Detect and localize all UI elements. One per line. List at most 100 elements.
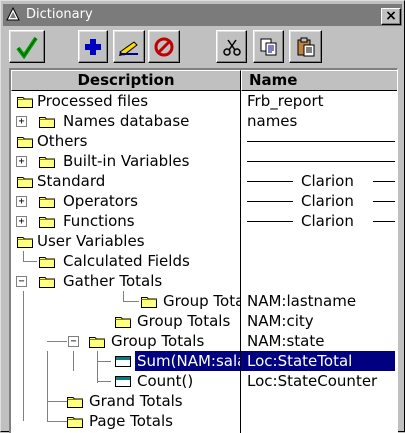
name-placeholder-line (247, 221, 293, 222)
tree-row[interactable]: Group Totals NAM:lastname (11, 291, 397, 311)
folder-icon (17, 97, 33, 108)
tree-item-name: NAM:city (247, 312, 314, 330)
tree-item-label: Sum(NAM:salary) (137, 352, 240, 370)
field-icon (115, 356, 131, 367)
tree-row[interactable]: + Operators Clarion (11, 191, 397, 211)
name-placeholder-line (373, 181, 395, 182)
tree-item-label: Others (37, 132, 88, 150)
copy-icon (260, 38, 276, 55)
tree-row[interactable]: + Names database names (11, 111, 397, 131)
tree-item-label: Group Totals (163, 292, 240, 310)
name-placeholder-line (373, 221, 395, 222)
tree-row-selected[interactable]: Sum(NAM:salary) Loc:StateTotal (11, 351, 397, 371)
tree-item-label: Gather Totals (63, 272, 163, 290)
cut-icon (222, 39, 241, 56)
cut-button[interactable] (216, 30, 247, 63)
edit-button[interactable] (113, 30, 145, 63)
folder-icon (17, 137, 33, 148)
tree-line (23, 261, 37, 262)
delete-button[interactable] (148, 30, 180, 63)
collapse-button[interactable]: − (68, 336, 79, 347)
tree-item-label: Page Totals (89, 412, 173, 430)
folder-icon (17, 177, 33, 188)
tree-item-name: Loc:StateTotal (247, 352, 353, 370)
selected-label-highlight: Sum(NAM:salary) (135, 351, 240, 371)
tree-item-label: Count() (137, 372, 194, 390)
tree-row[interactable]: Processed files Frb_report (11, 91, 397, 111)
tree-item-label: Group Totals (111, 332, 205, 350)
tree-item-name: NAM:lastname (247, 292, 357, 310)
collapse-button[interactable]: − (16, 276, 27, 287)
edit-icon (119, 40, 138, 56)
folder-icon (39, 157, 55, 168)
folder-icon (39, 257, 55, 268)
tree-row[interactable]: − Gather Totals (11, 271, 397, 291)
folder-icon (115, 317, 131, 328)
name-placeholder-line (373, 201, 395, 202)
tree-row[interactable]: Others (11, 131, 397, 151)
column-header-name[interactable]: Name (241, 70, 397, 91)
selected-name-highlight: Loc:StateTotal (241, 351, 395, 371)
tree-item-name: Clarion (301, 172, 354, 190)
column-header-description[interactable]: Description (11, 70, 241, 91)
tree-item-label: Group Totals (137, 312, 231, 330)
dictionary-tree[interactable]: Description Name Processed files Frb_rep… (9, 68, 398, 433)
copy-button[interactable] (253, 30, 284, 63)
tree-item-label: Names database (63, 112, 190, 130)
tree-item-label: Processed files (37, 92, 149, 110)
tree-row[interactable]: + Built-in Variables (11, 151, 397, 171)
tree-row[interactable]: + Functions Clarion (11, 211, 397, 231)
name-placeholder-line (247, 181, 293, 182)
folder-icon (39, 277, 55, 288)
paste-button[interactable] (289, 30, 322, 63)
ok-button[interactable] (9, 30, 45, 63)
tree-line (23, 251, 24, 261)
tree-item-name: names (247, 112, 298, 130)
folder-icon (17, 237, 33, 248)
folder-icon (39, 217, 55, 228)
tree-item-name: Clarion (301, 192, 354, 210)
tree-item-label: Standard (37, 172, 106, 190)
tree-row[interactable]: Group Totals NAM:city (11, 311, 397, 331)
tree-row[interactable]: Standard Clarion (11, 171, 397, 191)
expand-button[interactable]: + (16, 116, 27, 127)
label-clip: Group Totals (163, 291, 240, 311)
tree-item-name: Frb_report (247, 92, 324, 110)
folder-icon (141, 297, 157, 308)
tree-line (47, 341, 67, 342)
paste-icon (297, 37, 314, 56)
folder-icon (39, 117, 55, 128)
expand-button[interactable]: + (16, 216, 27, 227)
tree-row[interactable]: − Group Totals NAM:state (11, 331, 397, 351)
add-button[interactable] (78, 30, 108, 63)
tree-row[interactable]: User Variables (11, 231, 397, 251)
tree-item-label: Calculated Fields (63, 252, 190, 270)
add-icon (85, 38, 101, 55)
title-bar[interactable]: Dictionary × (3, 4, 402, 26)
app-icon (6, 7, 20, 21)
tree-item-label: Grand Totals (89, 392, 183, 410)
tree-row[interactable]: Count() Loc:StateCounter (11, 371, 397, 391)
tree-row[interactable]: Calculated Fields (11, 251, 397, 271)
tree-row[interactable]: Grand Totals (11, 391, 397, 411)
checkmark-icon (16, 36, 38, 59)
name-placeholder-line (247, 141, 395, 142)
tree-row[interactable]: Page Totals (11, 411, 397, 431)
window-title: Dictionary (26, 7, 93, 22)
label-clip: Group Totals (137, 311, 240, 331)
expand-button[interactable]: + (16, 196, 27, 207)
tree-item-label: Functions (63, 212, 135, 230)
close-button[interactable]: × (381, 8, 401, 25)
tree-item-label: Built-in Variables (63, 152, 190, 170)
name-placeholder-line (247, 201, 293, 202)
folder-icon (89, 337, 105, 348)
folder-icon (39, 197, 55, 208)
tree-item-name: Loc:StateCounter (247, 372, 378, 390)
folder-icon (67, 417, 83, 428)
tree-item-label: Operators (63, 192, 138, 210)
dictionary-window: Dictionary × Description Name Processed … (0, 0, 405, 433)
expand-button[interactable]: + (16, 156, 27, 167)
tree-item-name: NAM:state (247, 332, 325, 350)
field-icon (115, 376, 131, 387)
tree-item-name: Clarion (301, 212, 354, 230)
